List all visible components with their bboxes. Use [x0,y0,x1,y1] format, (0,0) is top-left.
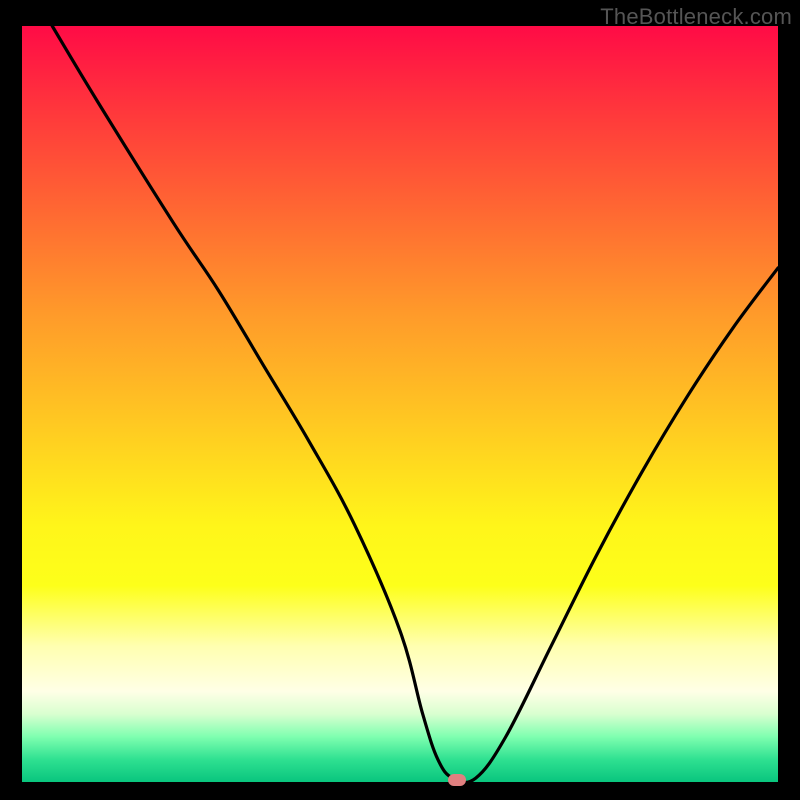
bottleneck-curve [22,26,778,782]
plot-area [22,26,778,782]
chart-canvas: TheBottleneck.com [0,0,800,800]
optimal-point-marker [448,774,466,786]
